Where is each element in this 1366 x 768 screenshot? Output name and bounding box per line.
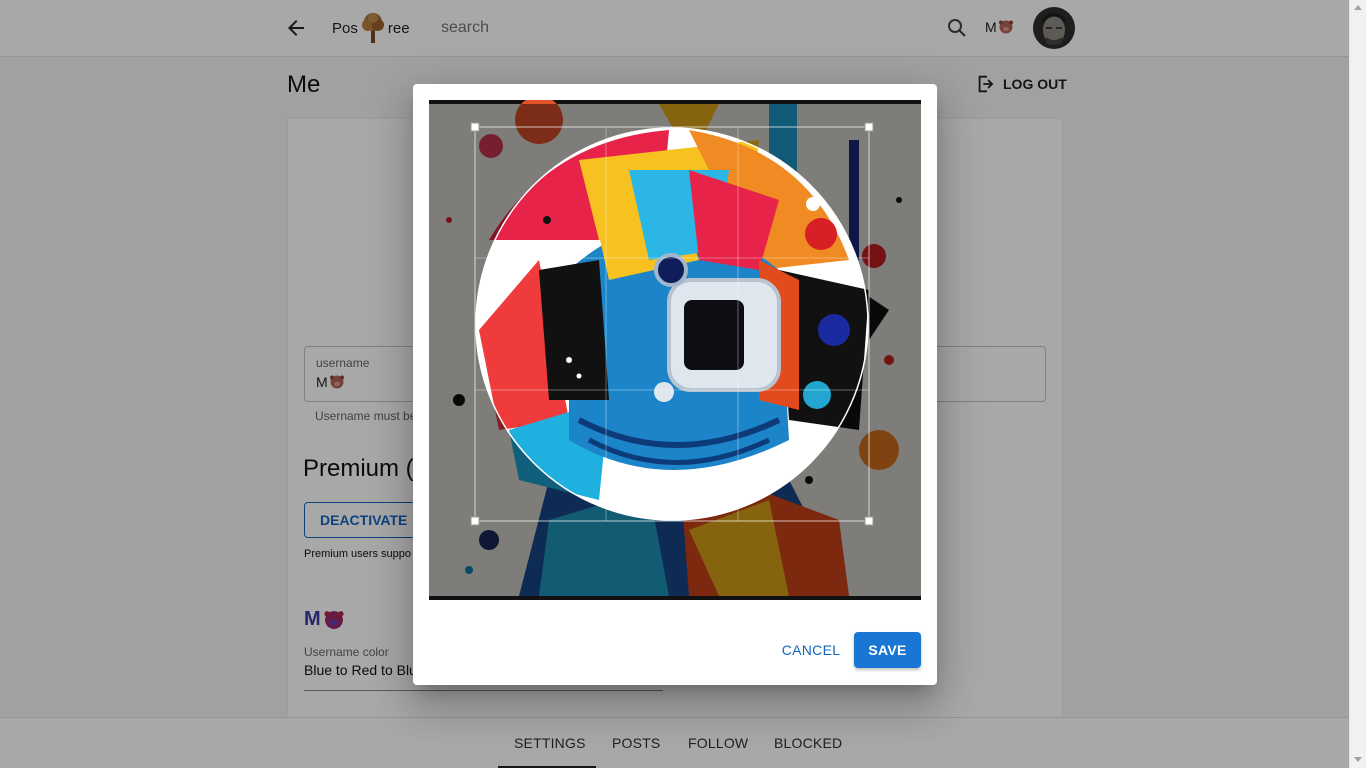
cancel-button[interactable]: CANCEL bbox=[777, 632, 845, 668]
scroll-up-arrow-icon[interactable] bbox=[1354, 5, 1362, 10]
page-scrollbar[interactable] bbox=[1349, 0, 1366, 768]
crop-avatar-dialog: CANCEL SAVE bbox=[413, 84, 937, 685]
crop-handle-top-right[interactable] bbox=[864, 122, 874, 132]
astronaut-artwork-image bbox=[429, 100, 921, 600]
image-crop-area[interactable] bbox=[429, 100, 921, 600]
scroll-down-arrow-icon[interactable] bbox=[1354, 757, 1362, 762]
save-button[interactable]: SAVE bbox=[854, 632, 921, 668]
crop-handle-top-left[interactable] bbox=[470, 122, 480, 132]
crop-handle-bottom-left[interactable] bbox=[470, 516, 480, 526]
crop-handle-bottom-right[interactable] bbox=[864, 516, 874, 526]
